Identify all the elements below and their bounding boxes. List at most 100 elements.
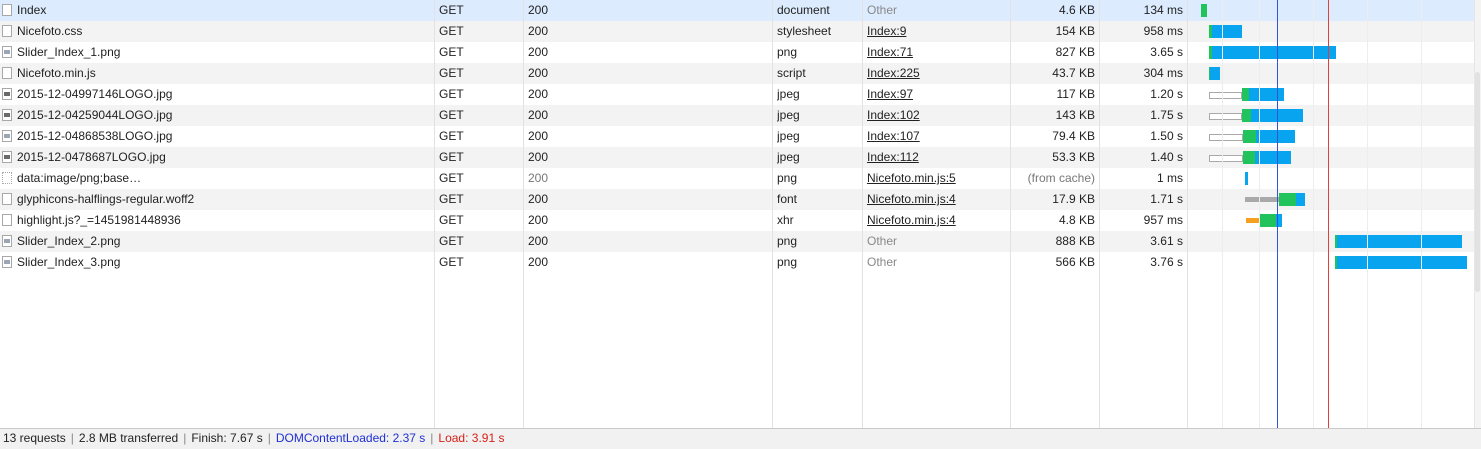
initiator-link[interactable]: Index:71 <box>867 45 913 59</box>
receiving-bar <box>1337 235 1462 248</box>
request-time-text: 958 ms <box>1143 24 1183 38</box>
request-time-text: 1.20 s <box>1150 87 1183 101</box>
request-time-text: 3.61 s <box>1150 234 1183 248</box>
request-time-text: 1.75 s <box>1150 108 1183 122</box>
request-type: font <box>777 189 861 210</box>
initiator-link[interactable]: Nicefoto.min.js:4 <box>867 192 956 206</box>
waterfall-gridline <box>1367 0 1368 428</box>
request-type: png <box>777 42 861 63</box>
request-size: 143 KB <box>1011 105 1095 126</box>
request-status: 200 <box>528 63 608 84</box>
request-initiator: Index:112 <box>867 147 1007 168</box>
initiator-link[interactable]: Index:107 <box>867 129 920 143</box>
request-name-text[interactable]: Nicefoto.css <box>17 24 82 38</box>
receiving-bar <box>1212 25 1242 38</box>
waiting-bar <box>1242 88 1249 101</box>
waiting-bar <box>1203 4 1207 17</box>
request-type: jpeg <box>777 105 861 126</box>
receiving-bar <box>1255 151 1291 164</box>
request-name-text[interactable]: Nicefoto.min.js <box>17 66 96 80</box>
request-time: 3.61 s <box>1100 231 1183 252</box>
initiator-link[interactable]: Nicefoto.min.js:5 <box>867 171 956 185</box>
column-divider <box>1187 0 1188 428</box>
request-name: Index <box>2 0 432 21</box>
request-initiator: Other <box>867 252 1007 273</box>
request-name: data:image/png;base… <box>2 168 432 189</box>
initiator-link[interactable]: Index:225 <box>867 66 920 80</box>
request-initiator: Nicefoto.min.js:5 <box>867 168 1007 189</box>
request-time: 1.50 s <box>1100 126 1183 147</box>
request-name-text[interactable]: highlight.js?_=1451981448936 <box>17 213 181 227</box>
receiving-bar <box>1212 46 1336 59</box>
request-status: 200 <box>528 42 608 63</box>
request-method: GET <box>439 210 519 231</box>
request-initiator: Index:71 <box>867 42 1007 63</box>
waterfall-gridline <box>1222 0 1223 428</box>
column-divider <box>434 0 435 428</box>
request-name-text[interactable]: Index <box>17 3 46 17</box>
initiator-link[interactable]: Index:112 <box>867 150 919 164</box>
receiving-bar <box>1296 193 1305 206</box>
request-time: 1.75 s <box>1100 105 1183 126</box>
request-initiator: Index:9 <box>867 21 1007 42</box>
request-type: stylesheet <box>777 21 861 42</box>
request-method-text: GET <box>439 150 464 164</box>
request-status-text: 200 <box>528 171 549 185</box>
request-method-text: GET <box>439 255 464 269</box>
request-initiator: Other <box>867 0 1007 21</box>
image-icon <box>2 109 12 121</box>
document-icon <box>2 214 12 226</box>
request-name-text[interactable]: Slider_Index_1.png <box>17 45 120 59</box>
request-initiator: Other <box>867 231 1007 252</box>
initiator-link[interactable]: Nicefoto.min.js:4 <box>867 213 956 227</box>
request-time-text: 134 ms <box>1143 3 1183 17</box>
request-initiator: Nicefoto.min.js:4 <box>867 189 1007 210</box>
request-name-text[interactable]: Slider_Index_2.png <box>17 234 120 248</box>
request-size: 79.4 KB <box>1011 126 1095 147</box>
initiator-link[interactable]: Index:97 <box>867 87 913 101</box>
request-size-text: 143 KB <box>1055 108 1095 122</box>
image-icon-light <box>2 130 12 142</box>
request-name: Slider_Index_3.png <box>2 252 432 273</box>
column-divider <box>1099 0 1100 428</box>
request-size-text: 4.6 KB <box>1058 3 1095 17</box>
request-size: 17.9 KB <box>1011 189 1095 210</box>
request-name-text[interactable]: data:image/png;base… <box>17 171 141 185</box>
request-type-text: document <box>777 3 830 17</box>
dom-content-loaded-marker <box>1277 0 1278 428</box>
waterfall-gridline <box>1313 0 1314 428</box>
waterfall-gridline <box>1259 0 1260 428</box>
request-name: Nicefoto.css <box>2 21 432 42</box>
request-name-text[interactable]: Slider_Index_3.png <box>17 255 120 269</box>
request-name-text[interactable]: 2015-12-04259044LOGO.jpg <box>17 108 172 122</box>
load-time: Load: 3.91 s <box>438 431 505 445</box>
request-method: GET <box>439 231 519 252</box>
request-status-text: 200 <box>528 234 549 248</box>
waiting-bar <box>1260 214 1276 227</box>
initiator-link[interactable]: Index:9 <box>867 24 906 38</box>
request-name-text[interactable]: glyphicons-halflings-regular.woff2 <box>17 192 194 206</box>
request-name-text[interactable]: 2015-12-04997146LOGO.jpg <box>17 87 172 101</box>
request-name: Slider_Index_1.png <box>2 42 432 63</box>
request-method: GET <box>439 126 519 147</box>
request-time: 3.65 s <box>1100 42 1183 63</box>
request-time: 304 ms <box>1100 63 1183 84</box>
request-type-text: stylesheet <box>777 24 832 38</box>
document-icon <box>2 67 12 79</box>
request-name-text[interactable]: 2015-12-04868538LOGO.jpg <box>17 129 172 143</box>
request-status-text: 200 <box>528 3 549 17</box>
request-size: 4.6 KB <box>1011 0 1095 21</box>
request-name: highlight.js?_=1451981448936 <box>2 210 432 231</box>
request-method-text: GET <box>439 171 464 185</box>
request-method: GET <box>439 0 519 21</box>
scrollbar-thumb[interactable] <box>1475 72 1480 292</box>
receiving-bar <box>1210 67 1220 80</box>
request-initiator: Nicefoto.min.js:4 <box>867 210 1007 231</box>
request-status-text: 200 <box>528 150 549 164</box>
request-name: Nicefoto.min.js <box>2 63 432 84</box>
status-bar: 13 requests | 2.8 MB transferred | Finish: 7… <box>0 428 1481 449</box>
request-type: script <box>777 63 861 84</box>
request-status-text: 200 <box>528 24 549 38</box>
initiator-link[interactable]: Index:102 <box>867 108 920 122</box>
request-name-text[interactable]: 2015-12-0478687LOGO.jpg <box>17 150 166 164</box>
